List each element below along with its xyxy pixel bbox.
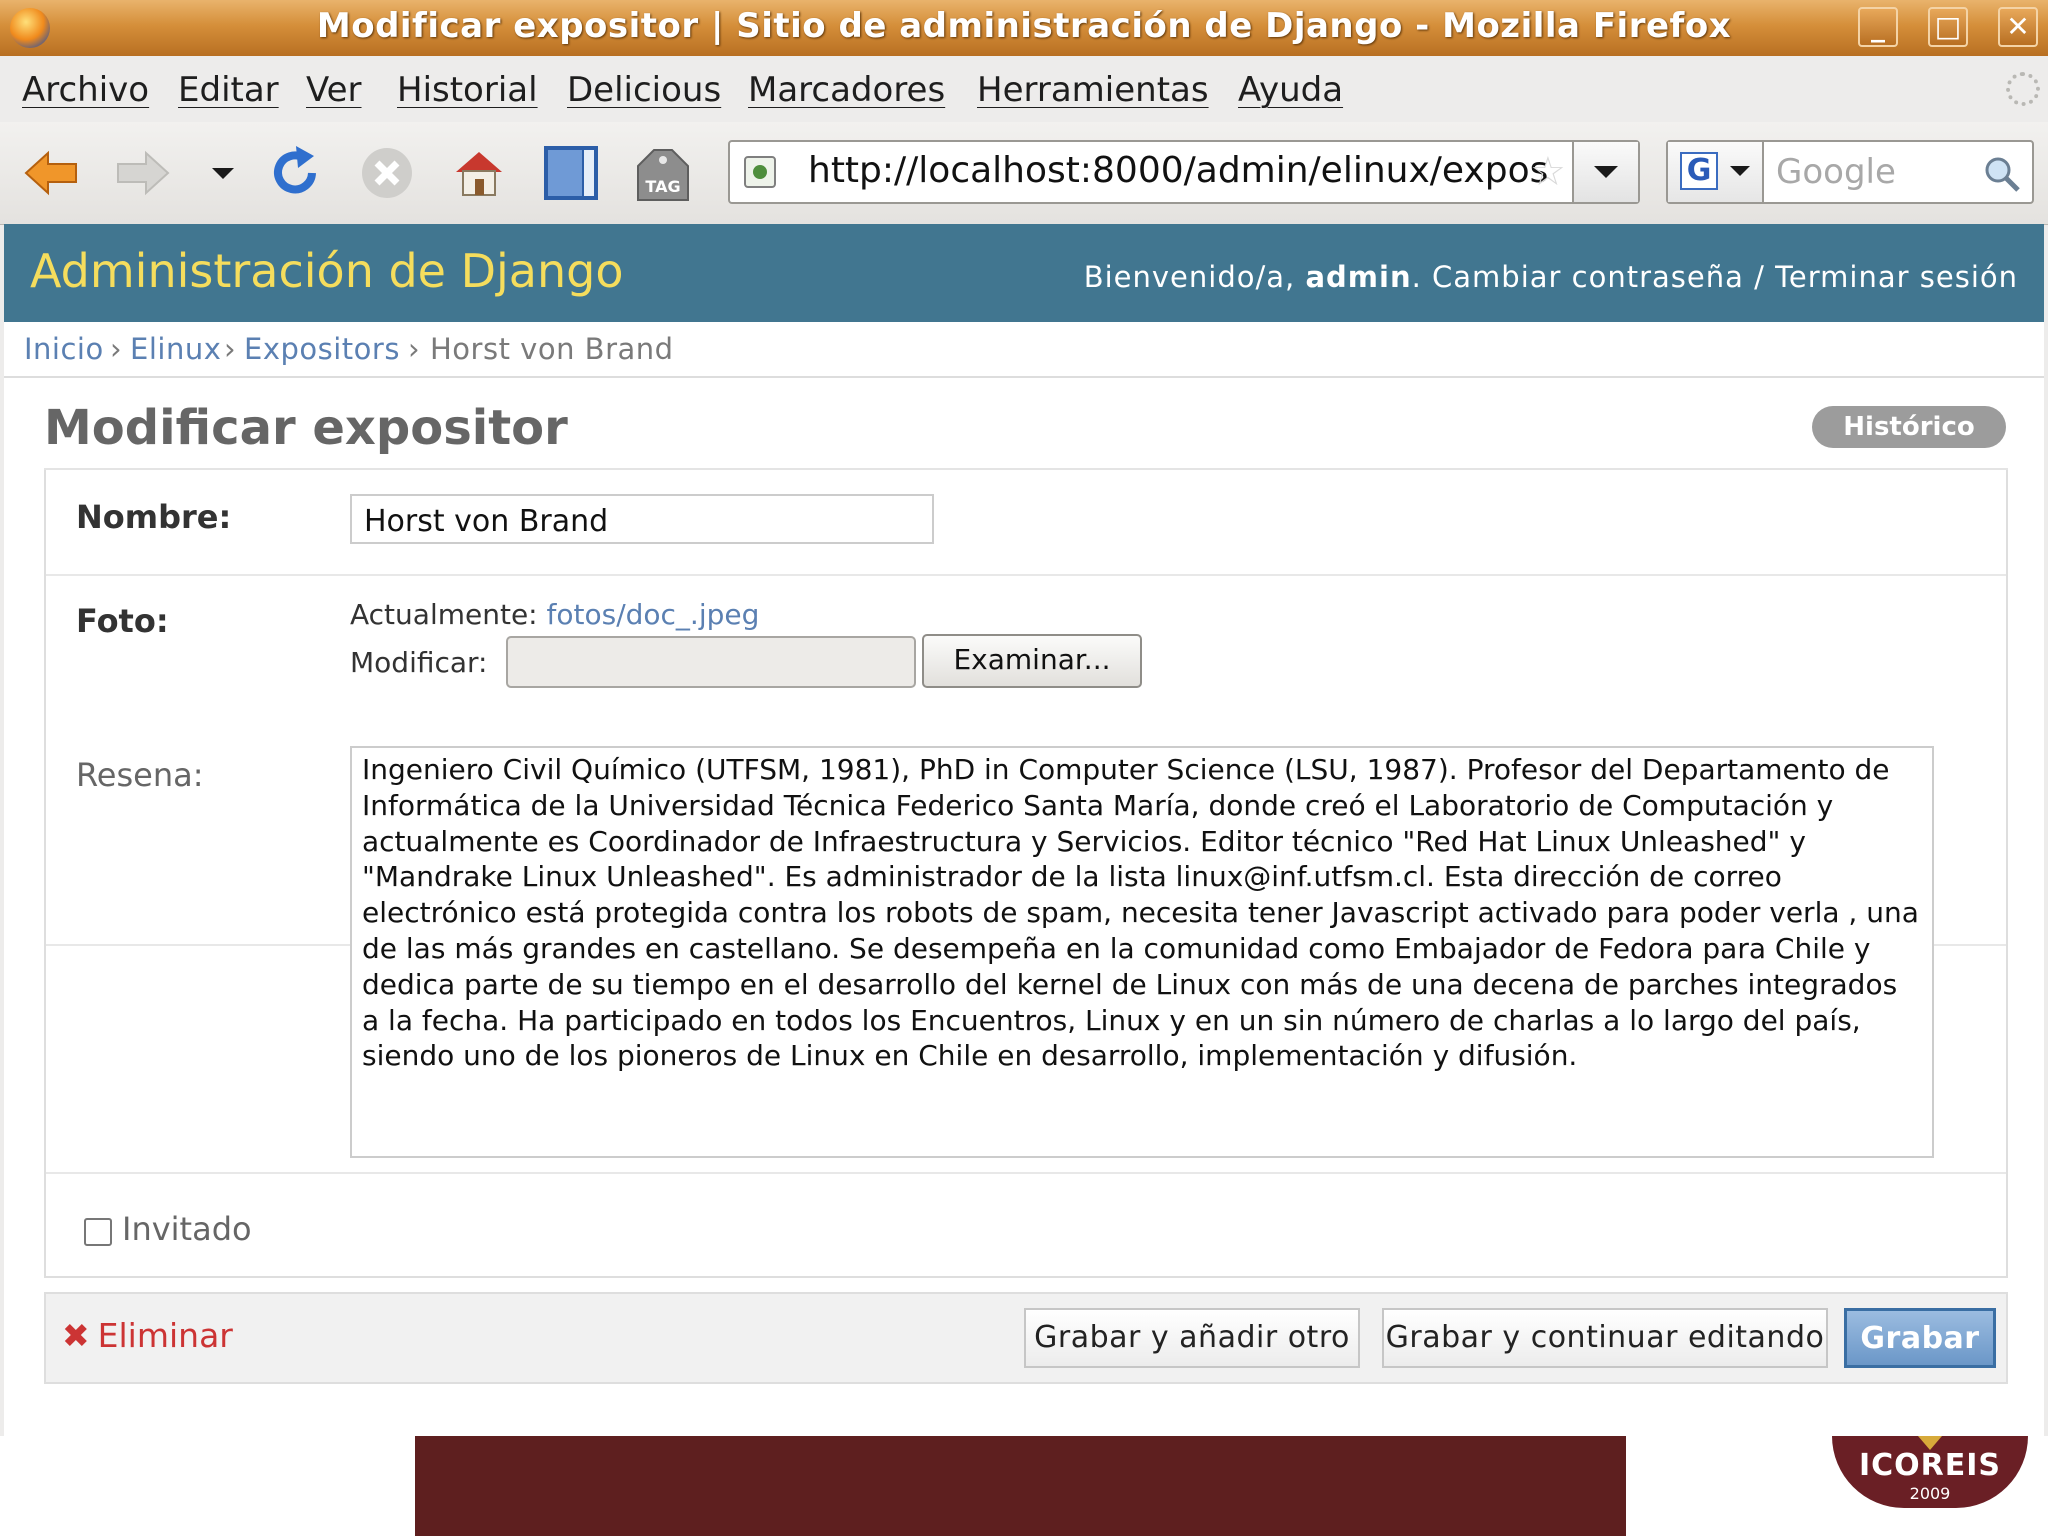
foto-label: Foto: (76, 602, 169, 640)
icoreis-logo: ICOREIS 2009 (1832, 1436, 2028, 1508)
foto-current-label: Actualmente: (350, 598, 538, 631)
logo-name: ICOREIS (1858, 1448, 2002, 1483)
menu-archivo[interactable]: Archivo (22, 70, 149, 110)
presentation-banner (415, 1436, 1626, 1536)
logo-year: 2009 (1909, 1484, 1951, 1503)
site-favicon-icon[interactable] (744, 156, 776, 188)
search-box[interactable]: G Google (1666, 140, 2034, 204)
save-add-another-button[interactable]: Grabar y añadir otro (1024, 1308, 1360, 1368)
resena-textarea[interactable]: Ingeniero Civil Químico (UTFSM, 1981), P… (350, 746, 1934, 1158)
maximize-button[interactable]: □ (1928, 7, 1968, 47)
bookmark-icon[interactable] (540, 142, 602, 204)
save-button[interactable]: Grabar (1844, 1308, 1996, 1368)
save-continue-button[interactable]: Grabar y continuar editando (1382, 1308, 1828, 1368)
search-icon[interactable] (1982, 154, 2022, 194)
foto-current: Actualmente: fotos/doc_.jpeg (350, 598, 759, 631)
invitado-checkbox[interactable] (84, 1218, 112, 1246)
menu-editar[interactable]: Editar (178, 70, 279, 110)
breadcrumb: Inicio › Elinux › Expositors › Horst von… (4, 322, 2044, 378)
site-brand[interactable]: Administración de Django (30, 244, 624, 298)
delete-label: Eliminar (97, 1316, 233, 1355)
welcome-text: Bienvenido/a, (1083, 260, 1296, 294)
user-tools: Bienvenido/a, admin. Cambiar contraseña … (1083, 260, 2018, 294)
history-dropdown-icon[interactable] (196, 142, 250, 204)
menu-bar: Archivo Editar Ver Historial Delicious M… (0, 56, 2048, 123)
nombre-label: Nombre: (76, 498, 232, 536)
row-divider (46, 574, 2006, 576)
stop-icon[interactable] (356, 142, 418, 204)
menu-historial[interactable]: Historial (397, 70, 538, 110)
google-icon: G (1680, 152, 1718, 190)
page-content: Administración de Django Bienvenido/a, a… (4, 224, 2044, 1436)
menu-ver[interactable]: Ver (306, 70, 362, 110)
page-title: Modificar expositor (44, 400, 568, 456)
resena-label: Resena: (76, 756, 204, 794)
menu-marcadores[interactable]: Marcadores (748, 70, 945, 110)
forward-icon[interactable] (112, 142, 174, 204)
tag-icon[interactable]: TAG (632, 142, 694, 204)
invitado-label[interactable]: Invitado (122, 1210, 252, 1248)
breadcrumb-separator: › (224, 332, 237, 366)
delete-icon: ✖ (62, 1316, 90, 1355)
back-icon[interactable] (20, 142, 82, 204)
row-divider (46, 1172, 2006, 1174)
minimize-button[interactable]: _ (1858, 7, 1898, 47)
url-dropdown-button[interactable] (1572, 142, 1638, 202)
menu-ayuda[interactable]: Ayuda (1238, 70, 1343, 110)
url-bar[interactable]: http://localhost:8000/admin/elinux/expos… (728, 140, 1640, 204)
submit-row: ✖ Eliminar Grabar y añadir otro Grabar y … (44, 1292, 2008, 1384)
home-icon[interactable] (448, 142, 510, 204)
nombre-input[interactable]: Horst von Brand (350, 494, 934, 544)
breadcrumb-separator: › (408, 332, 421, 366)
reload-icon[interactable] (264, 142, 326, 204)
breadcrumb-separator: › (110, 332, 123, 366)
menu-delicious[interactable]: Delicious (567, 70, 721, 110)
breadcrumb-current: Horst von Brand (430, 332, 674, 366)
foto-current-link[interactable]: fotos/doc_.jpeg (547, 598, 760, 631)
breadcrumb-elinux[interactable]: Elinux (130, 332, 221, 366)
close-button[interactable]: ✕ (1998, 7, 2038, 47)
delete-link[interactable]: ✖ Eliminar (62, 1316, 233, 1355)
menu-herramientas[interactable]: Herramientas (977, 70, 1209, 110)
django-header: Administración de Django Bienvenido/a, a… (4, 224, 2044, 323)
file-input[interactable] (506, 636, 916, 688)
bookmark-star-icon[interactable]: ☆ (1530, 148, 1566, 196)
search-engine-selector[interactable]: G (1668, 142, 1764, 202)
history-button[interactable]: Histórico (1812, 406, 2006, 448)
activity-throbber-icon (2006, 72, 2040, 106)
account-links[interactable]: Cambiar contraseña / Terminar sesión (1432, 260, 2018, 294)
title-bar: Modificar expositor | Sitio de administr… (0, 0, 2048, 57)
navigation-toolbar: TAG http://localhost:8000/admin/elinux/e… (0, 122, 2048, 225)
tag-label: TAG (645, 177, 680, 196)
username: admin (1305, 260, 1412, 294)
firefox-window: Modificar expositor | Sitio de administr… (0, 0, 2048, 1436)
form-fieldset: Nombre: Horst von Brand Foto: Actualment… (44, 470, 2008, 1278)
breadcrumb-expositors[interactable]: Expositors (244, 332, 400, 366)
window-title: Modificar expositor | Sitio de administr… (316, 6, 1732, 46)
search-input[interactable]: Google (1776, 152, 1896, 192)
browse-button[interactable]: Examinar... (922, 634, 1142, 688)
url-text[interactable]: http://localhost:8000/admin/elinux/expos… (808, 150, 1548, 191)
foto-modify-label: Modificar: (350, 646, 488, 679)
breadcrumb-inicio[interactable]: Inicio (24, 332, 104, 366)
